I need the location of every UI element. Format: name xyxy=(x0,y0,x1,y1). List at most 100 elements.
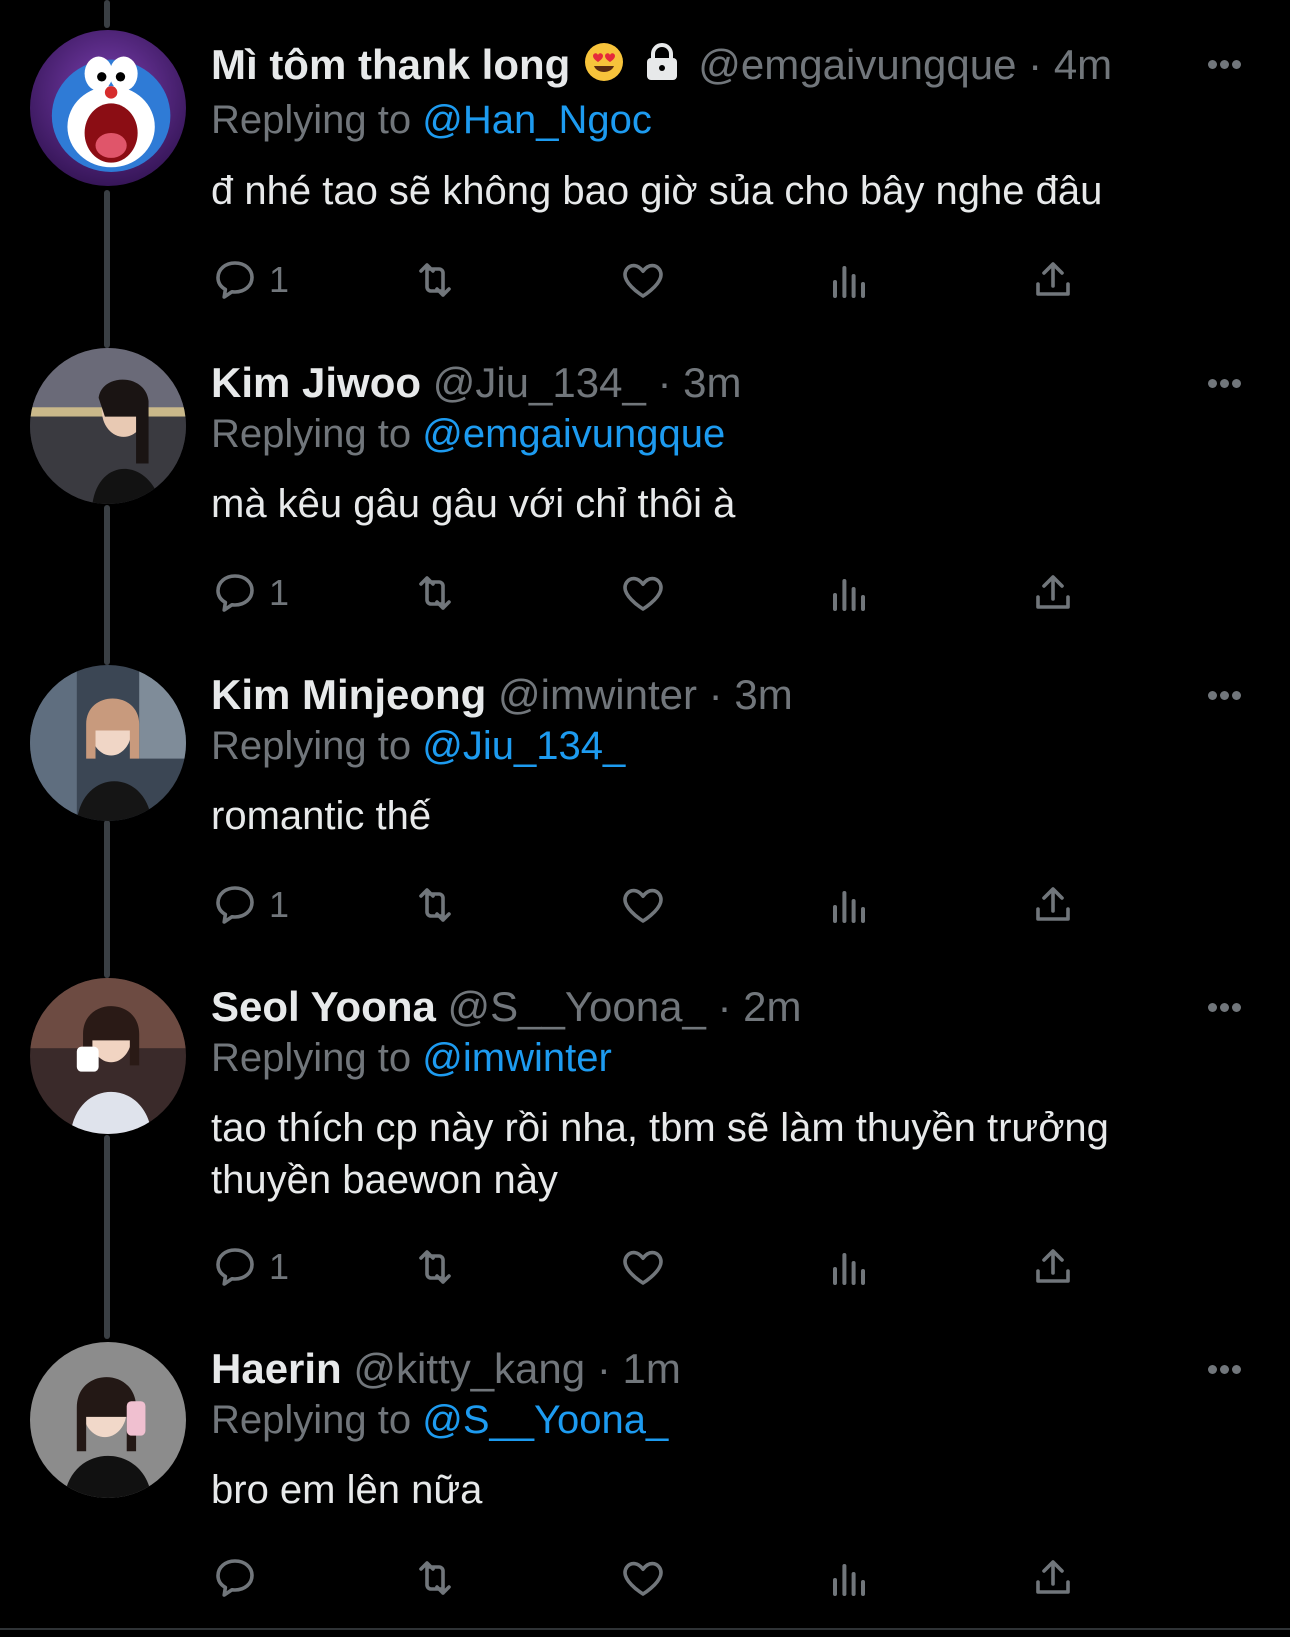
views-button[interactable] xyxy=(825,1553,873,1603)
mention-link[interactable]: @emgaivungque xyxy=(422,412,725,456)
retweet-button[interactable] xyxy=(411,255,459,305)
heart-icon xyxy=(623,263,663,298)
views-button[interactable] xyxy=(825,255,873,305)
user-handle[interactable]: @S__Yoona_ xyxy=(448,983,706,1030)
tweet-header: Haerin @kitty_kang · 1m xyxy=(211,1344,681,1394)
avatar[interactable] xyxy=(30,1342,186,1498)
share-button[interactable] xyxy=(1029,255,1077,305)
tweet-actions: 1 xyxy=(211,255,1141,305)
user-handle[interactable]: @kitty_kang xyxy=(353,1345,585,1392)
mention-link[interactable]: @S__Yoona_ xyxy=(422,1398,668,1442)
replying-to: Replying to @S__Yoona_ xyxy=(211,1398,669,1442)
retweet-icon xyxy=(419,1561,451,1595)
heart-eyes-emoji-icon xyxy=(584,42,624,93)
analytics-icon xyxy=(833,579,865,611)
share-button[interactable] xyxy=(1029,568,1077,618)
replying-to: Replying to @emgaivungque xyxy=(211,412,726,456)
divider xyxy=(0,1628,1290,1630)
separator-dot: · xyxy=(657,359,672,406)
reply-button[interactable]: 1 xyxy=(211,1242,289,1292)
share-icon xyxy=(1036,575,1070,609)
thread-line xyxy=(104,0,110,28)
analytics-icon xyxy=(833,266,865,298)
reply-count: 1 xyxy=(269,884,290,925)
user-handle[interactable]: @emgaivungque xyxy=(698,41,1016,88)
retweet-button[interactable] xyxy=(411,568,459,618)
mention-link[interactable]: @Jiu_134_ xyxy=(422,724,625,768)
reply-icon xyxy=(216,886,254,924)
thread-line xyxy=(104,505,110,665)
like-button[interactable] xyxy=(619,255,667,305)
separator-dot: · xyxy=(596,1345,611,1392)
tweet-actions: 1 xyxy=(211,1242,1141,1292)
mention-link[interactable]: @imwinter xyxy=(422,1036,612,1080)
tweet-header: Seol Yoona @S__Yoona_ · 2m xyxy=(211,982,802,1032)
heart-icon xyxy=(623,1250,663,1285)
retweet-button[interactable] xyxy=(411,880,459,930)
analytics-icon xyxy=(833,891,865,923)
analytics-icon xyxy=(833,1253,865,1285)
reply-button[interactable]: 1 xyxy=(211,880,289,930)
reply-count: 1 xyxy=(269,259,290,300)
tweet-actions: 1 xyxy=(211,880,1141,930)
more-options-button[interactable] xyxy=(1208,999,1248,1013)
timestamp[interactable]: 3m xyxy=(683,359,741,406)
display-name[interactable]: Haerin xyxy=(211,1345,342,1392)
tweet-text: tao thích cp này rồi nha, tbm sẽ làm thu… xyxy=(211,1106,1109,1202)
avatar[interactable] xyxy=(30,348,186,504)
like-button[interactable] xyxy=(619,568,667,618)
display-name[interactable]: Kim Jiwoo xyxy=(211,359,421,406)
reply-button[interactable] xyxy=(211,1553,269,1603)
avatar[interactable] xyxy=(30,30,186,186)
more-options-button[interactable] xyxy=(1208,375,1248,389)
tweet-header: Kim Jiwoo @Jiu_134_ · 3m xyxy=(211,358,742,408)
display-name[interactable]: Kim Minjeong xyxy=(211,671,486,718)
user-handle[interactable]: @Jiu_134_ xyxy=(433,359,646,406)
separator-dot: · xyxy=(1028,41,1043,88)
heart-icon xyxy=(623,1561,663,1596)
tweet-text: đ nhé tao sẽ không bao giờ sủa cho bây n… xyxy=(211,169,1103,213)
reply-count: 1 xyxy=(269,572,290,613)
tweet-actions: 1 xyxy=(211,568,1141,618)
tweet-text: mà kêu gâu gâu với chỉ thôi à xyxy=(211,482,736,526)
more-options-button[interactable] xyxy=(1208,1361,1248,1375)
display-name[interactable]: Seol Yoona xyxy=(211,983,436,1030)
timestamp[interactable]: 2m xyxy=(743,983,801,1030)
separator-dot: · xyxy=(717,983,732,1030)
tweet-text: bro em lên nữa xyxy=(211,1468,483,1512)
reply-button[interactable]: 1 xyxy=(211,255,289,305)
share-button[interactable] xyxy=(1029,1242,1077,1292)
reply-button[interactable]: 1 xyxy=(211,568,289,618)
timestamp[interactable]: 4m xyxy=(1054,41,1112,88)
tweet-header: Kim Minjeong @imwinter · 3m xyxy=(211,670,793,720)
retweet-button[interactable] xyxy=(411,1553,459,1603)
timestamp[interactable]: 1m xyxy=(622,1345,680,1392)
thread-line xyxy=(104,190,110,348)
like-button[interactable] xyxy=(619,1242,667,1292)
more-options-button[interactable] xyxy=(1208,56,1248,70)
replying-to: Replying to @imwinter xyxy=(211,1036,612,1080)
reply-icon xyxy=(216,1248,254,1286)
avatar[interactable] xyxy=(30,978,186,1134)
display-name[interactable]: Mì tôm thank long xyxy=(211,41,570,88)
share-button[interactable] xyxy=(1029,1553,1077,1603)
views-button[interactable] xyxy=(825,880,873,930)
more-options-button[interactable] xyxy=(1208,687,1248,701)
thread-line xyxy=(104,820,110,978)
share-icon xyxy=(1036,1560,1070,1594)
avatar[interactable] xyxy=(30,665,186,821)
retweet-icon xyxy=(419,576,451,610)
share-button[interactable] xyxy=(1029,880,1077,930)
views-button[interactable] xyxy=(825,568,873,618)
thread-line xyxy=(104,1135,110,1339)
reply-icon xyxy=(216,261,254,299)
like-button[interactable] xyxy=(619,1553,667,1603)
analytics-icon xyxy=(833,1564,865,1596)
timestamp[interactable]: 3m xyxy=(734,671,792,718)
like-button[interactable] xyxy=(619,880,667,930)
retweet-button[interactable] xyxy=(411,1242,459,1292)
separator-dot: · xyxy=(708,671,723,718)
user-handle[interactable]: @imwinter xyxy=(498,671,697,718)
mention-link[interactable]: @Han_Ngoc xyxy=(422,98,652,142)
views-button[interactable] xyxy=(825,1242,873,1292)
